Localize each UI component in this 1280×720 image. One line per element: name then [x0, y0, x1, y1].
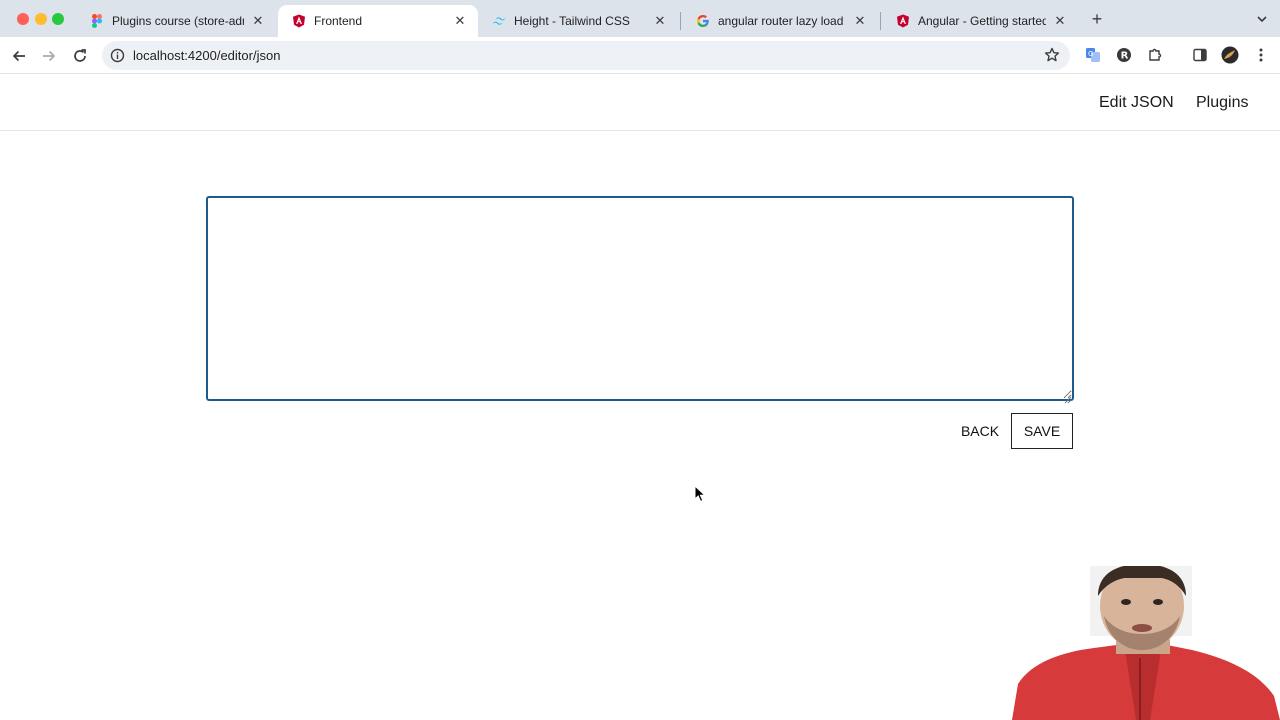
close-window-button[interactable]	[17, 13, 29, 25]
maximize-window-button[interactable]	[52, 13, 64, 25]
browser-tab-strip: Plugins course (store-admin- ✕ Frontend …	[0, 0, 1280, 37]
close-tab-icon[interactable]: ✕	[452, 13, 468, 29]
tab-search-chevron-icon[interactable]	[1253, 10, 1271, 28]
svg-text:G: G	[1088, 50, 1093, 58]
browser-menu-icon[interactable]	[1252, 46, 1270, 64]
nav-link-plugins[interactable]: Plugins	[1196, 94, 1248, 112]
angular-icon	[292, 14, 306, 28]
r-extension-icon[interactable]: R	[1115, 46, 1133, 64]
browser-toolbar: localhost:4200/editor/json G R	[0, 37, 1280, 74]
url-text[interactable]: localhost:4200/editor/json	[133, 48, 280, 63]
browser-tab[interactable]: Plugins course (store-admin- ✕	[76, 5, 276, 37]
back-button[interactable]: BACK	[954, 414, 1006, 448]
browser-tab[interactable]: angular router lazy load stanc ✕	[682, 5, 878, 37]
translate-extension-icon[interactable]: G	[1084, 46, 1102, 64]
bookmark-star-icon[interactable]	[1044, 47, 1060, 63]
reload-icon[interactable]	[69, 45, 91, 67]
presenter-video-image	[1012, 566, 1280, 720]
tab-separator	[880, 12, 881, 30]
side-panel-icon[interactable]	[1191, 46, 1209, 64]
webcam-overlay	[1012, 566, 1280, 720]
close-tab-icon[interactable]: ✕	[1052, 13, 1068, 29]
forward-arrow-icon[interactable]	[38, 45, 60, 67]
browser-tab-active[interactable]: Frontend ✕	[278, 5, 478, 37]
site-info-icon[interactable]	[110, 48, 125, 63]
tab-title: Angular - Getting started with	[918, 14, 1046, 28]
nav-link-edit-json[interactable]: Edit JSON	[1099, 94, 1174, 112]
close-tab-icon[interactable]: ✕	[250, 13, 266, 29]
tailwind-icon	[492, 14, 506, 28]
app-header: Edit JSON Plugins	[0, 75, 1280, 131]
browser-tab[interactable]: Height - Tailwind CSS ✕	[478, 5, 678, 37]
save-button[interactable]: SAVE	[1011, 413, 1073, 449]
svg-text:R: R	[1121, 51, 1129, 62]
extensions-puzzle-icon[interactable]	[1146, 46, 1164, 64]
close-tab-icon[interactable]: ✕	[652, 13, 668, 29]
tab-separator	[680, 12, 681, 30]
angular-icon	[896, 14, 910, 28]
address-bar[interactable]: localhost:4200/editor/json	[102, 41, 1070, 70]
tab-title: Height - Tailwind CSS	[514, 14, 630, 28]
new-tab-icon[interactable]: +	[1087, 9, 1107, 29]
mouse-cursor-icon	[694, 484, 708, 503]
tab-title: angular router lazy load stanc	[718, 14, 846, 28]
tab-title: Plugins course (store-admin-	[112, 14, 244, 28]
browser-tab[interactable]: Angular - Getting started with ✕	[882, 5, 1078, 37]
tab-title: Frontend	[314, 14, 363, 28]
resize-grip-icon[interactable]	[1064, 391, 1072, 404]
back-arrow-icon[interactable]	[8, 45, 30, 67]
minimize-window-button[interactable]	[35, 13, 47, 25]
figma-icon	[90, 14, 104, 28]
google-icon	[696, 14, 710, 28]
profile-avatar-icon[interactable]	[1221, 46, 1239, 64]
close-tab-icon[interactable]: ✕	[852, 13, 868, 29]
json-editor-textarea[interactable]	[206, 196, 1074, 401]
